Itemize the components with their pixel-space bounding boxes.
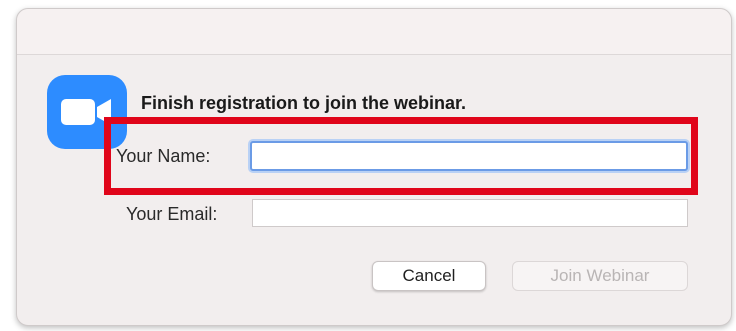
dialog-heading: Finish registration to join the webinar. bbox=[141, 93, 467, 113]
join-webinar-button[interactable]: Join Webinar bbox=[512, 261, 688, 291]
dialog-titlebar[interactable] bbox=[17, 9, 731, 55]
name-label: Your Name: bbox=[116, 146, 211, 166]
name-input[interactable] bbox=[250, 141, 688, 171]
email-label: Your Email: bbox=[126, 204, 218, 224]
cancel-button[interactable]: Cancel bbox=[372, 261, 486, 291]
email-input[interactable] bbox=[252, 199, 688, 227]
